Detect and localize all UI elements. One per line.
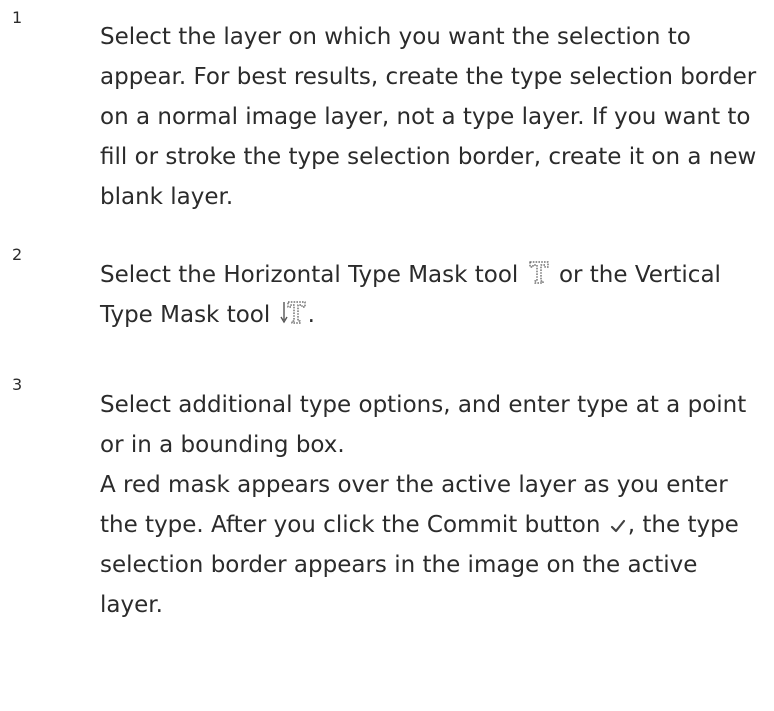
- step-number: 1: [12, 8, 23, 27]
- step-text: Select the Horizontal Type Mask tool or …: [100, 255, 766, 335]
- step-2-text-before: Select the Horizontal Type Mask tool: [100, 262, 519, 288]
- step-1: 1 Select the layer on which you want the…: [0, 0, 774, 217]
- step-3: 3 Select additional type options, and en…: [0, 377, 774, 625]
- vertical-type-mask-icon: [279, 300, 306, 324]
- checkmark-icon: [610, 518, 626, 534]
- step-1-paragraph: Select the layer on which you want the s…: [100, 24, 757, 210]
- steps-list: 1 Select the layer on which you want the…: [0, 0, 774, 625]
- step-3-note: A red mask appears over the active layer…: [100, 465, 766, 625]
- step-2: 2 Select the Horizontal Type Mask tool o…: [0, 247, 774, 335]
- step-2-text-after: .: [307, 302, 315, 328]
- horizontal-type-mask-icon: [528, 260, 550, 284]
- step-2-paragraph: Select the Horizontal Type Mask tool or …: [100, 255, 766, 335]
- step-text: Select the layer on which you want the s…: [100, 17, 766, 217]
- step-text: Select additional type options, and ente…: [100, 385, 766, 625]
- step-number: 3: [12, 375, 23, 394]
- step-number: 2: [12, 245, 23, 264]
- step-3-paragraph: Select additional type options, and ente…: [100, 392, 747, 458]
